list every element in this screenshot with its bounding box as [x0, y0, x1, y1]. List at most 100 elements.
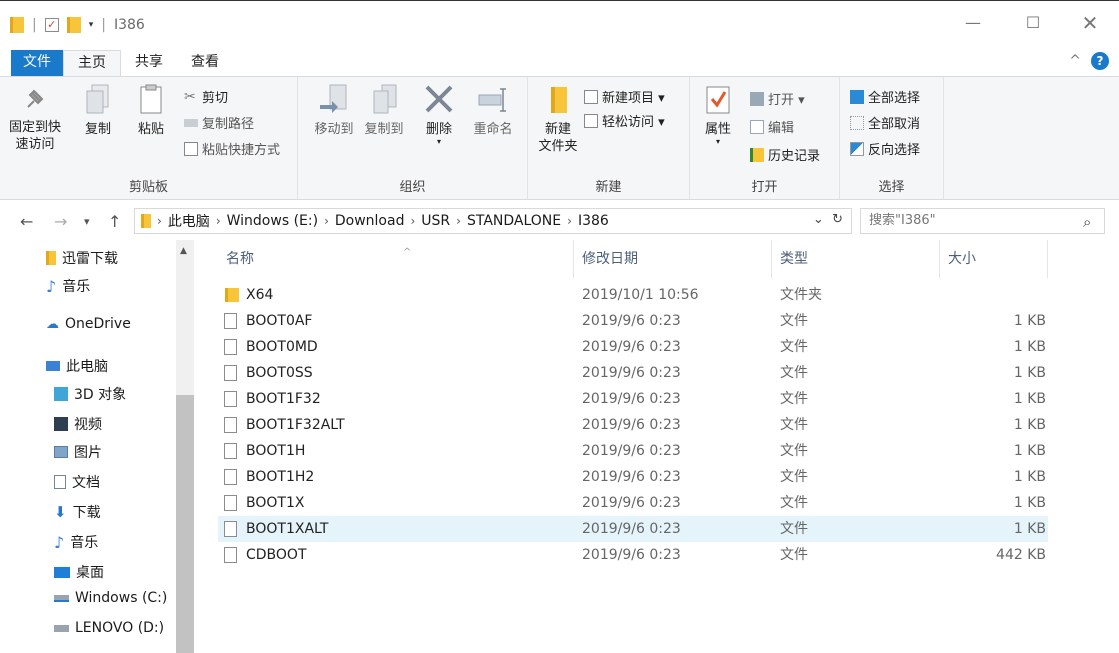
file-row-boot1x[interactable]: BOOT1X 2019/9/6 0:23 文件 1 KB [218, 490, 1048, 516]
sidebar-item-downloads[interactable]: ⬇ 下载 [54, 502, 101, 522]
separator: | [32, 17, 37, 33]
select-none-button[interactable]: 全部取消 [850, 113, 920, 132]
window-title: I386 [113, 17, 145, 33]
file-size [948, 282, 1046, 308]
properties-button[interactable]: 属性 ▾ [698, 83, 738, 146]
file-row-boot1h2[interactable]: BOOT1H2 2019/9/6 0:23 文件 1 KB [218, 464, 1048, 490]
pin-quick-access-button[interactable]: 固定到快 速访问 [6, 83, 64, 153]
file-row-boot0ss[interactable]: BOOT0SS 2019/9/6 0:23 文件 1 KB [218, 360, 1048, 386]
column-header-name[interactable]: 名称 ^ [218, 240, 574, 278]
file-date: 2019/9/6 0:23 [582, 547, 681, 563]
breadcrumb-separator[interactable]: › [324, 214, 329, 228]
file-row-x64[interactable]: X64 2019/10/1 10:56 文件夹 [218, 282, 1048, 308]
sidebar-item-3d-objects[interactable]: 3D 对象 [54, 384, 126, 404]
breadcrumb-separator[interactable]: › [216, 214, 221, 228]
sidebar-item-desktop[interactable]: 桌面 [54, 562, 104, 582]
select-all-button[interactable]: 全部选择 [850, 87, 920, 106]
copy-to-label: 复制到 [364, 122, 404, 137]
sidebar-item-onedrive[interactable]: ☁ OneDrive [46, 316, 131, 332]
file-row-boot1xalt[interactable]: BOOT1XALT 2019/9/6 0:23 文件 1 KB [218, 516, 1048, 542]
search-input[interactable]: 搜索"I386" [860, 208, 1105, 234]
forward-arrow-icon[interactable]: → [54, 212, 67, 231]
refresh-icon[interactable]: ↻ [832, 212, 843, 227]
edit-button[interactable]: 编辑 [750, 117, 794, 136]
new-folder-button[interactable]: 新建 文件夹 [534, 83, 582, 155]
breadcrumb-this-pc[interactable]: 此电脑 [168, 211, 210, 231]
breadcrumb-download[interactable]: Download [335, 213, 405, 229]
column-header-date[interactable]: 修改日期 [574, 240, 772, 278]
copy-path-button[interactable]: 复制路径 [184, 113, 254, 132]
delete-dropdown-icon[interactable]: ▾ [422, 138, 456, 146]
cut-button[interactable]: ✂ 剪切 [184, 87, 228, 107]
file-size: 1 KB [1013, 391, 1046, 407]
open-button[interactable]: 打开 ▾ [750, 89, 805, 108]
file-name: BOOT1F32 [246, 391, 321, 407]
sidebar-item-drive-c[interactable]: Windows (C:) [54, 590, 167, 606]
search-icon[interactable]: ⌕ [1083, 213, 1113, 231]
new-item-button[interactable]: 新建项目 ▾ [584, 87, 665, 106]
tab-share[interactable]: 共享 [121, 50, 177, 76]
maximize-button[interactable]: ☐ [1018, 13, 1048, 33]
delete-button[interactable]: 删除 ▾ [422, 83, 456, 146]
breadcrumb-separator[interactable]: › [410, 214, 415, 228]
breadcrumb-separator[interactable]: › [567, 214, 572, 228]
sidebar-item-this-pc[interactable]: 此电脑 [46, 356, 108, 376]
breadcrumb-usr[interactable]: USR [421, 213, 450, 229]
invert-selection-button[interactable]: 反向选择 [850, 139, 920, 158]
close-button[interactable]: ✕ [1075, 13, 1105, 33]
new-folder-icon [551, 87, 567, 113]
file-row-boot1h[interactable]: BOOT1H 2019/9/6 0:23 文件 1 KB [218, 438, 1048, 464]
sidebar-item-documents[interactable]: 文档 [54, 472, 100, 492]
recent-locations-icon[interactable]: ▾ [84, 215, 90, 228]
file-row-boot0af[interactable]: BOOT0AF 2019/9/6 0:23 文件 1 KB [218, 308, 1048, 334]
file-type: 文件 [780, 547, 808, 563]
collapse-ribbon-icon[interactable]: ^ [1069, 53, 1081, 69]
tab-view[interactable]: 查看 [177, 50, 233, 76]
properties-dropdown-icon[interactable]: ▾ [698, 138, 738, 146]
file-row-boot1f32alt[interactable]: BOOT1F32ALT 2019/9/6 0:23 文件 1 KB [218, 412, 1048, 438]
customize-qat-dropdown-icon[interactable]: ▾ [89, 20, 94, 30]
file-type: 文件 [780, 521, 808, 537]
easy-access-button[interactable]: 轻松访问 ▾ [584, 111, 665, 130]
copy-to-button[interactable]: 复制到 [360, 83, 408, 138]
paste-shortcut-button[interactable]: 粘贴快捷方式 [184, 139, 280, 158]
sidebar-item-drive-d[interactable]: LENOVO (D:) [54, 620, 164, 636]
breadcrumb-i386[interactable]: I386 [578, 213, 609, 229]
breadcrumb-standalone[interactable]: STANDALONE [467, 213, 561, 229]
address-history-dropdown-icon[interactable]: ⌄ [813, 212, 824, 227]
breadcrumb-separator[interactable]: › [157, 214, 162, 228]
file-date: 2019/9/6 0:23 [582, 469, 681, 485]
properties-check-icon[interactable]: ✓ [44, 18, 59, 32]
file-row-cdboot[interactable]: CDBOOT 2019/9/6 0:23 文件 442 KB [218, 542, 1048, 568]
sidebar-item-pictures[interactable]: 图片 [54, 442, 102, 462]
paste-button[interactable]: 粘贴 [132, 83, 170, 138]
move-to-button[interactable]: 移动到 [310, 83, 358, 138]
tab-home[interactable]: 主页 [63, 50, 121, 77]
breadcrumb-separator[interactable]: › [456, 214, 461, 228]
file-name: X64 [246, 287, 274, 303]
up-arrow-icon[interactable]: ↑ [108, 212, 121, 231]
rename-button[interactable]: 重命名 [468, 83, 518, 138]
sidebar-item-xunlei[interactable]: 迅雷下载 [46, 248, 118, 268]
sidebar-item-music[interactable]: ♪ 音乐 [54, 532, 98, 552]
sidebar-scrollbar-thumb[interactable] [176, 395, 194, 653]
drive-icon [54, 594, 69, 602]
breadcrumb-drive[interactable]: Windows (E:) [227, 213, 318, 229]
copy-button[interactable]: 复制 [80, 83, 116, 138]
column-header-type[interactable]: 类型 [772, 240, 940, 278]
sidebar-scroll-up-icon[interactable]: ▲ [180, 246, 187, 256]
tab-file[interactable]: 文件 [11, 50, 63, 76]
file-row-boot1f32[interactable]: BOOT1F32 2019/9/6 0:23 文件 1 KB [218, 386, 1048, 412]
history-button[interactable]: 历史记录 [750, 145, 820, 164]
new-folder-icon[interactable] [66, 17, 81, 33]
sidebar-item-videos[interactable]: 视频 [54, 414, 102, 434]
minimize-button[interactable]: — [958, 13, 988, 33]
address-bar[interactable]: › 此电脑 › Windows (E:) › Download › USR › … [134, 208, 852, 234]
back-arrow-icon[interactable]: ← [20, 212, 33, 231]
file-row-boot0md[interactable]: BOOT0MD 2019/9/6 0:23 文件 1 KB [218, 334, 1048, 360]
sidebar-item-music-quick[interactable]: ♪ 音乐 [46, 276, 90, 296]
easy-access-icon [584, 113, 598, 128]
help-icon[interactable]: ? [1091, 52, 1109, 70]
column-header-size[interactable]: 大小 [940, 240, 1048, 278]
file-date: 2019/9/6 0:23 [582, 391, 681, 407]
